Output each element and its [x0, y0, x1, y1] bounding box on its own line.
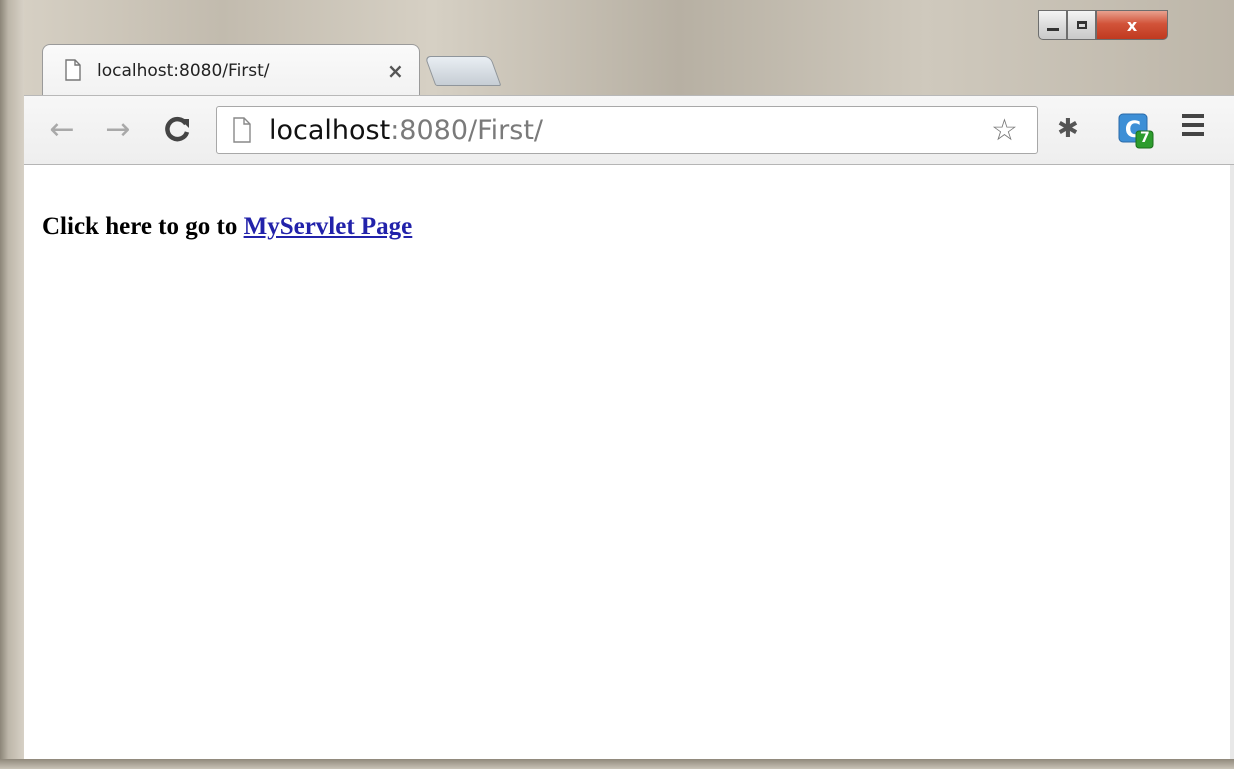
- tab-active[interactable]: localhost:8080/First/ ×: [42, 44, 420, 96]
- myservlet-link[interactable]: MyServlet Page: [244, 213, 413, 240]
- close-icon: x: [1126, 15, 1138, 35]
- page-icon: [233, 117, 251, 148]
- tab-title: localhost:8080/First/: [97, 61, 270, 81]
- extension-c7-icon[interactable]: C 7: [1118, 113, 1154, 149]
- back-arrow-icon: ←: [49, 111, 75, 147]
- reload-icon: [165, 116, 190, 142]
- url-text[interactable]: localhost:8080/First/: [269, 115, 543, 146]
- hamburger-menu-icon: [1182, 114, 1208, 136]
- window-frame-bottom: [0, 759, 1234, 769]
- address-bar[interactable]: localhost:8080/First/ ☆: [216, 106, 1038, 154]
- extension-puzzle-icon[interactable]: ✱: [1057, 114, 1079, 144]
- page-content: Click here to go to MyServlet Page: [24, 165, 1234, 759]
- back-button[interactable]: ←: [44, 110, 80, 148]
- extension-badge: 7: [1140, 130, 1150, 146]
- star-outline-icon[interactable]: ☆: [991, 113, 1018, 148]
- maximize-button[interactable]: [1067, 10, 1096, 40]
- new-tab-button[interactable]: [424, 56, 502, 86]
- window-controls: x: [1038, 10, 1168, 42]
- menu-button[interactable]: [1182, 114, 1208, 144]
- page-heading: Click here to go to MyServlet Page: [42, 213, 412, 241]
- tab-close-icon[interactable]: ×: [387, 59, 404, 83]
- page-icon: [65, 59, 81, 86]
- toolbar: ← → localhost:8080/First/ ☆ ✱ C 7: [24, 95, 1234, 165]
- forward-arrow-icon: →: [105, 111, 131, 147]
- url-path: :8080/First/: [390, 115, 544, 146]
- maximize-icon: [1076, 21, 1087, 29]
- minimize-button[interactable]: [1038, 10, 1067, 40]
- url-host: localhost: [269, 115, 391, 146]
- reload-button[interactable]: [160, 110, 196, 148]
- minimize-icon: [1046, 27, 1059, 31]
- page-text: Click here to go to: [42, 213, 238, 240]
- forward-button[interactable]: →: [100, 110, 136, 148]
- close-window-button[interactable]: x: [1096, 10, 1168, 40]
- window-frame-left: [0, 0, 24, 769]
- browser-window: x localhost:8080/First/ × ← → localhost:…: [0, 0, 1234, 769]
